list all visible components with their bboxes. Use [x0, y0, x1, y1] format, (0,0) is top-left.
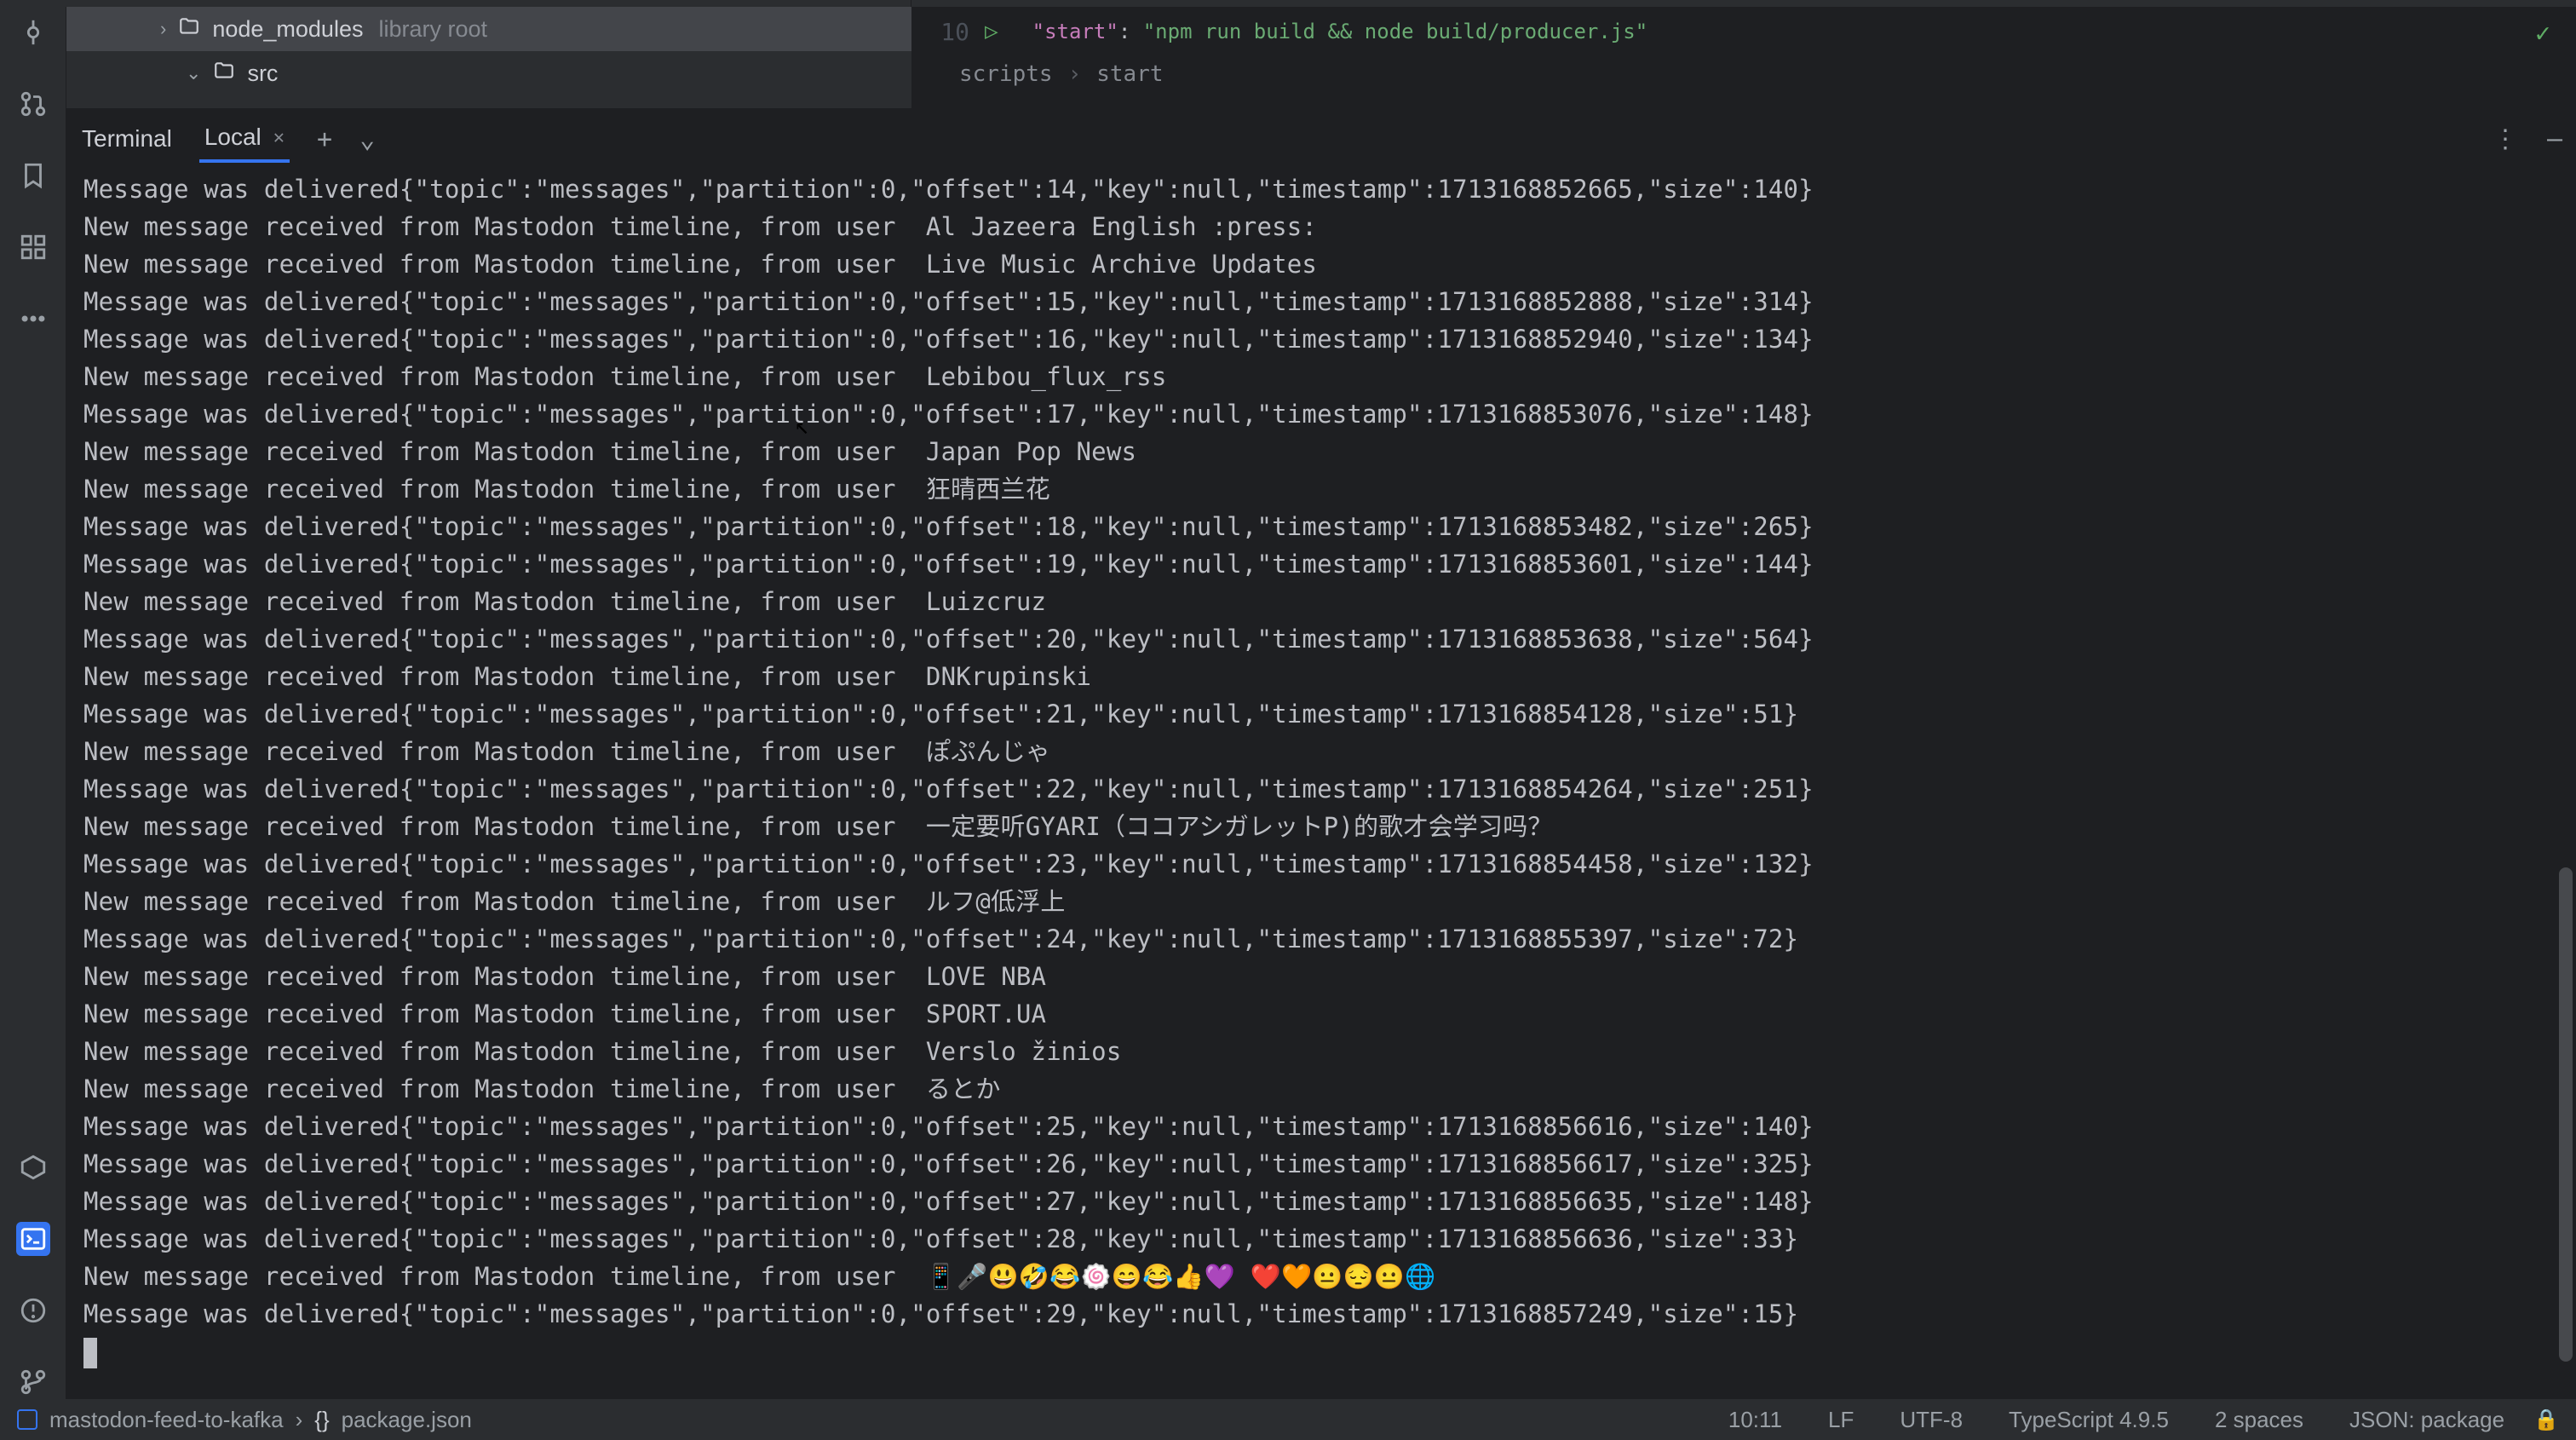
inspection-ok-icon[interactable]: ✓ [2535, 19, 2550, 49]
readonly-lock-icon[interactable]: 🔒 [2533, 1408, 2559, 1432]
options-icon[interactable]: ⋮ [2493, 124, 2518, 154]
structure-icon[interactable] [16, 230, 50, 264]
breadcrumb-sep: › [1068, 61, 1082, 87]
editor[interactable]: 10 ▷ "start": "npm run build && node bui… [911, 7, 2576, 108]
bookmark-icon[interactable] [16, 158, 50, 193]
terminal-cursor [83, 1338, 97, 1368]
project-status-icon[interactable] [17, 1409, 37, 1430]
new-terminal-button[interactable]: + [317, 124, 332, 154]
minimize-icon[interactable]: — [2547, 124, 2562, 154]
status-line-sep[interactable]: LF [1811, 1407, 1871, 1433]
tree-item-label: src [247, 60, 278, 87]
left-tool-strip [0, 7, 66, 1399]
toolwindow-title: Terminal [82, 125, 172, 153]
status-schema[interactable]: JSON: package [2332, 1407, 2521, 1433]
terminal-tab-local[interactable]: Local ✕ [199, 115, 290, 163]
folder-icon [213, 60, 235, 88]
window-top-strip [0, 0, 2576, 7]
folder-icon [178, 15, 200, 43]
tree-item-label: node_modules [212, 16, 363, 43]
status-caret-pos[interactable]: 10:11 [1711, 1407, 1799, 1433]
breadcrumb-item[interactable]: scripts [959, 61, 1053, 87]
tree-node-modules[interactable]: › node_modules library root [66, 7, 911, 51]
chevron-right-icon: › [160, 18, 166, 40]
status-indent[interactable]: 2 spaces [2198, 1407, 2320, 1433]
chevron-down-icon: ⌄ [186, 62, 201, 84]
terminal-scrollbar[interactable] [2559, 867, 2573, 1362]
status-file[interactable]: package.json [342, 1407, 472, 1433]
terminal-output[interactable]: Message was delivered{"topic":"messages"… [66, 169, 2576, 1399]
status-bar: mastodon-feed-to-kafka › {} package.json… [0, 1399, 2576, 1440]
breadcrumb-item[interactable]: start [1096, 61, 1163, 87]
terminal-dropdown-icon[interactable]: ⌄ [359, 124, 375, 154]
run-gutter-icon[interactable]: ▷ [985, 19, 998, 44]
code-line[interactable]: "start": "npm run build && node build/pr… [1032, 20, 1647, 43]
pull-request-icon[interactable] [16, 87, 50, 121]
project-tree[interactable]: › node_modules library root ⌄ src [66, 7, 911, 108]
git-branch-icon[interactable] [16, 1365, 50, 1399]
line-number: 10 [929, 18, 969, 46]
editor-breadcrumb[interactable]: scripts › start [911, 56, 2576, 92]
terminal-panel: Terminal Local ✕ + ⌄ ⋮ — Message was del… [66, 109, 2576, 1399]
services-icon[interactable] [16, 1150, 50, 1184]
problems-icon[interactable] [16, 1293, 50, 1328]
tree-src[interactable]: ⌄ src [66, 51, 911, 95]
close-tab-icon[interactable]: ✕ [273, 127, 285, 148]
tree-item-hint: library root [378, 16, 487, 43]
chevron-right-icon: › [296, 1407, 303, 1433]
commit-icon[interactable] [16, 15, 50, 49]
terminal-icon[interactable] [16, 1222, 50, 1256]
status-project[interactable]: mastodon-feed-to-kafka [49, 1407, 284, 1433]
json-file-icon: {} [314, 1407, 329, 1433]
more-icon[interactable] [16, 302, 50, 336]
status-encoding[interactable]: UTF-8 [1883, 1407, 1980, 1433]
status-lang[interactable]: TypeScript 4.9.5 [1992, 1407, 2186, 1433]
